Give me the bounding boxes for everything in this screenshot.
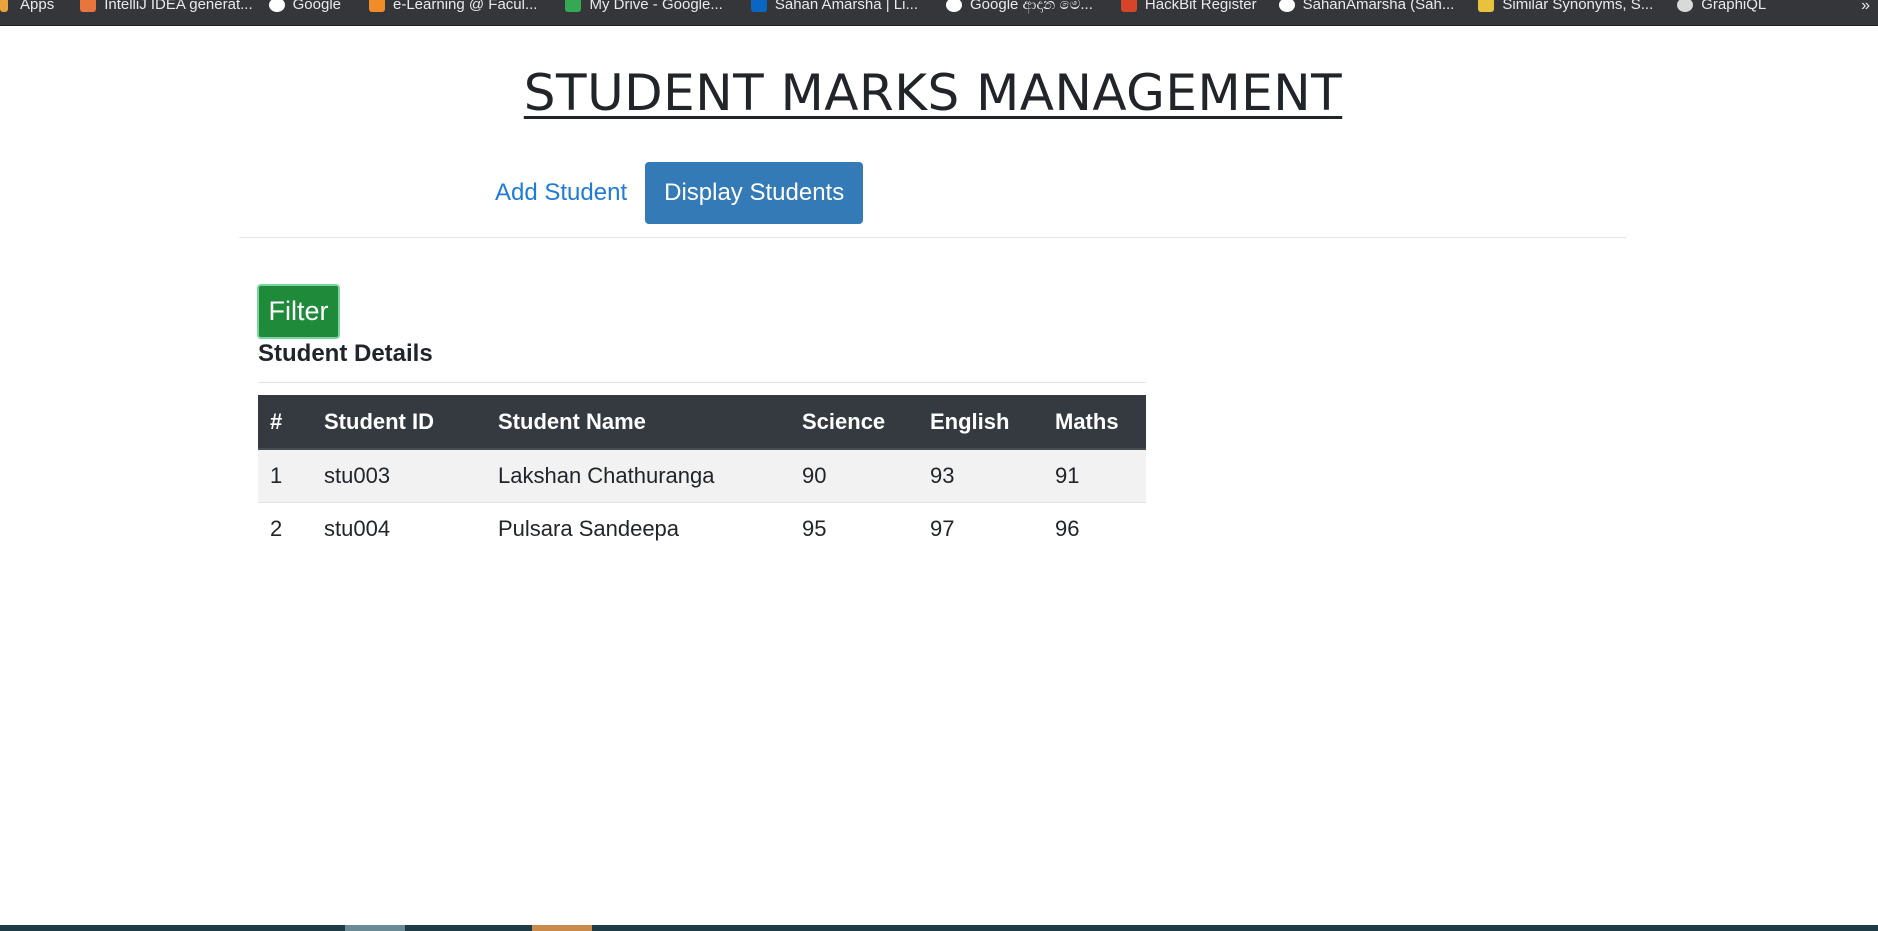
nav-add-student[interactable]: Add Student — [485, 162, 645, 224]
bookmark-intellij[interactable]: IntelliJ IDEA generat... — [74, 0, 262, 12]
bookmark-apps[interactable]: Apps — [0, 0, 64, 12]
table-body: 1 stu003 Lakshan Chathuranga 90 93 91 2 … — [258, 448, 1146, 555]
drive-icon — [565, 0, 582, 12]
bookmark-graphiql[interactable]: GraphiQL — [1671, 0, 1776, 12]
column-header-maths[interactable]: Maths — [1043, 395, 1146, 450]
moodle-icon — [369, 0, 385, 12]
table-header: # Student ID Student Name Science Englis… — [258, 395, 1146, 450]
taskbar-edge — [0, 925, 1878, 931]
bookmark-linkedin[interactable]: Sahan Amarsha | Li... — [745, 0, 928, 12]
filter-button[interactable]: Filter — [257, 284, 340, 339]
cell-maths: 96 — [1043, 501, 1146, 555]
cell-english: 93 — [918, 448, 1043, 502]
nav-display-students[interactable]: Display Students — [645, 162, 864, 224]
intellij-icon — [80, 0, 97, 12]
main-nav: Add Student Display Students — [485, 162, 864, 224]
column-header-index[interactable]: # — [258, 395, 312, 450]
google-icon — [946, 0, 962, 12]
cell-science: 95 — [790, 501, 918, 555]
page-title: STUDENT MARKS MANAGEMENT — [523, 64, 1343, 122]
taskbar-item-indicator — [345, 925, 405, 931]
cell-student-name: Pulsara Sandeepa — [486, 501, 790, 555]
linkedin-icon — [750, 0, 767, 12]
hackbit-icon — [1120, 0, 1137, 12]
bookmark-elearning[interactable]: e-Learning @ Facul... — [363, 0, 547, 12]
column-header-student-name[interactable]: Student Name — [486, 395, 790, 450]
bookmark-google[interactable]: Google — [263, 0, 351, 12]
cell-index: 2 — [258, 501, 312, 555]
cell-science: 90 — [790, 448, 918, 502]
bookmark-github[interactable]: SahanAmarsha (Sah... — [1273, 0, 1465, 12]
bookmark-drive[interactable]: My Drive - Google... — [559, 0, 732, 12]
google-icon — [268, 0, 285, 12]
cell-english: 97 — [918, 501, 1043, 555]
cell-student-id: stu004 — [312, 501, 486, 555]
taskbar-item-indicator — [532, 925, 592, 931]
table-header-row: # Student ID Student Name Science Englis… — [258, 395, 1146, 450]
github-icon — [1278, 0, 1295, 12]
column-header-english[interactable]: English — [918, 395, 1043, 450]
section-title: Student Details — [258, 340, 433, 367]
column-header-student-id[interactable]: Student ID — [312, 395, 486, 450]
bookmarks-bar: Apps IntelliJ IDEA generat... Google e-L… — [0, 0, 1878, 26]
cell-student-id: stu003 — [312, 448, 486, 502]
students-table: # Student ID Student Name Science Englis… — [258, 395, 1146, 555]
table-row[interactable]: 2 stu004 Pulsara Sandeepa 95 97 96 — [258, 501, 1146, 555]
apps-grid-icon — [0, 0, 8, 12]
graphiql-icon — [1677, 0, 1694, 12]
bookmarks-overflow-button[interactable]: » — [1861, 0, 1870, 15]
bookmark-google-2[interactable]: Google ආදාන මෙ... — [940, 0, 1103, 12]
bookmark-synonyms[interactable]: Similar Synonyms, S... — [1472, 0, 1663, 12]
cell-maths: 91 — [1043, 448, 1146, 502]
column-header-science[interactable]: Science — [790, 395, 918, 450]
cell-index: 1 — [258, 448, 312, 502]
synonyms-icon — [1478, 0, 1495, 12]
table-row[interactable]: 1 stu003 Lakshan Chathuranga 90 93 91 — [258, 448, 1146, 502]
section-divider — [258, 382, 1146, 383]
nav-divider — [239, 237, 1626, 238]
cell-student-name: Lakshan Chathuranga — [486, 448, 790, 502]
bookmark-hackbit[interactable]: HackBit Register — [1115, 0, 1267, 12]
